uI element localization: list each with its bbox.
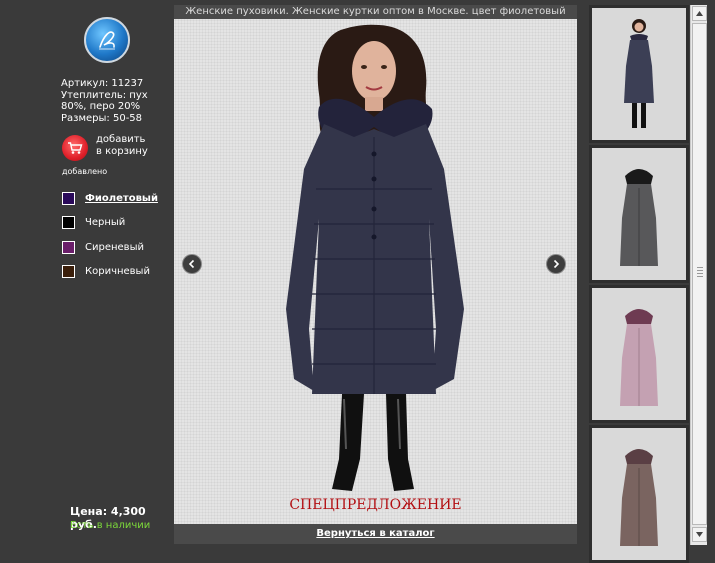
add-to-cart-line-2[interactable]: в корзину <box>96 146 166 158</box>
color-option-brown[interactable]: Коричневый <box>62 260 158 285</box>
color-label[interactable]: Коричневый <box>85 266 150 277</box>
product-image-viewer[interactable]: СПЕЦПРЕДЛОЖЕНИЕ <box>174 19 577 524</box>
back-to-catalog-link[interactable]: Вернуться в каталог <box>316 528 434 539</box>
color-label[interactable]: Черный <box>85 217 125 228</box>
color-option-lilac[interactable]: Сиреневый <box>62 235 158 260</box>
scroll-down-button[interactable] <box>692 527 707 542</box>
filler-line-2: 80%, перо 20% <box>61 101 141 112</box>
coat-thumbnail-image <box>624 19 654 128</box>
stock-status: Есть в наличии <box>70 520 151 531</box>
product-photo <box>286 24 464 491</box>
added-status: добавлено <box>62 167 108 176</box>
thumbnail-2[interactable] <box>589 145 689 283</box>
color-label[interactable]: Фиолетовый <box>85 193 158 204</box>
color-option-violet[interactable]: Фиолетовый <box>62 186 158 211</box>
color-option-black[interactable]: Черный <box>62 211 158 236</box>
chevron-left-icon[interactable] <box>187 259 197 269</box>
logo-monogram-icon <box>99 31 115 50</box>
color-swatch[interactable] <box>62 216 75 230</box>
add-to-cart-label[interactable]: добавить в корзину <box>96 134 166 158</box>
scroll-up-button[interactable] <box>692 6 707 21</box>
chevron-right-icon[interactable] <box>551 259 561 269</box>
arrow-up-icon[interactable] <box>696 11 703 16</box>
previous-image-button[interactable] <box>182 254 202 274</box>
back-bar: Вернуться в каталог <box>174 524 577 544</box>
special-offer-label: СПЕЦПРЕДЛОЖЕНИЕ <box>289 497 462 513</box>
brand-logo[interactable] <box>84 17 130 63</box>
arrow-down-icon[interactable] <box>696 532 703 537</box>
color-options: Фиолетовый Черный Сиреневый Коричневый <box>62 186 158 284</box>
product-info: Артикул: 11237 Утеплитель: пух 80%, перо… <box>61 78 171 124</box>
color-swatch[interactable] <box>62 191 75 205</box>
thumbnail-4[interactable] <box>589 425 689 563</box>
vertical-scrollbar[interactable] <box>690 5 707 545</box>
thumbnail-1[interactable] <box>589 5 689 143</box>
coat-thumbnail-image <box>620 449 658 546</box>
coat-thumbnail-image <box>620 309 658 406</box>
add-to-cart-line-1[interactable]: добавить <box>96 134 166 146</box>
color-swatch[interactable] <box>62 240 75 254</box>
next-image-button[interactable] <box>546 254 566 274</box>
thumbnail-3[interactable] <box>589 285 689 423</box>
sizes: Размеры: 50-58 <box>61 112 143 124</box>
viewer-title: Женские пуховики. Женские куртки оптом в… <box>174 5 577 19</box>
add-to-cart-button[interactable]: добавить в корзину <box>62 134 172 164</box>
color-swatch[interactable] <box>62 265 75 279</box>
shopping-cart-icon[interactable] <box>62 135 88 161</box>
product-sidebar: Артикул: 11237 Утеплитель: пух 80%, перо… <box>0 0 172 563</box>
article-number: Артикул: 11237 <box>61 78 144 89</box>
filler-line-1: Утеплитель: пух <box>61 89 148 101</box>
coat-thumbnail-image <box>620 169 658 266</box>
grip-icon <box>697 267 703 279</box>
scroll-thumb[interactable] <box>692 23 707 525</box>
color-label[interactable]: Сиреневый <box>85 242 144 253</box>
